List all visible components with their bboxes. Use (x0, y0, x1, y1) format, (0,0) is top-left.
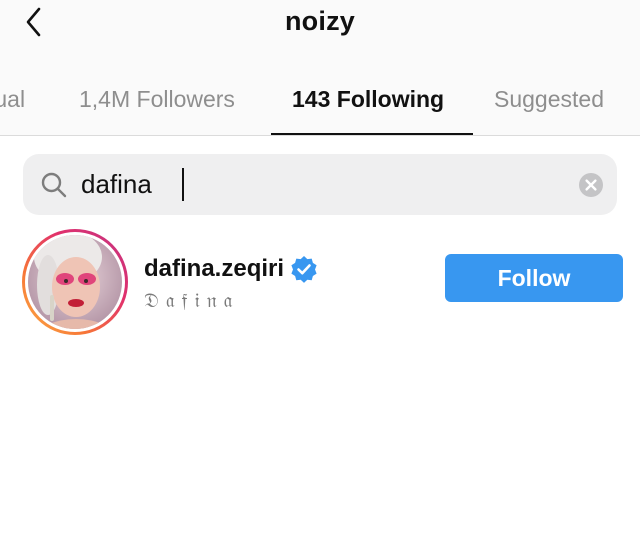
tab-bar: tual 1,4M Followers 143 Following Sugges… (0, 52, 640, 136)
app-window: noizy tual 1,4M Followers 143 Following … (0, 0, 640, 539)
active-tab-indicator (271, 133, 473, 135)
clear-icon[interactable] (579, 173, 603, 197)
tab-following[interactable]: 143 Following (292, 86, 444, 113)
tab-suggested[interactable]: Suggested (494, 86, 604, 113)
username-row[interactable]: dafina.zeqiri (144, 254, 318, 284)
search-result-row[interactable]: dafina.zeqiri 𝔇𝔞𝔣𝔦𝔫𝔞 Follow (0, 220, 640, 340)
avatar[interactable] (20, 227, 130, 337)
header: noizy (0, 0, 640, 52)
search-icon (41, 172, 67, 198)
verified-badge-icon (291, 256, 317, 283)
search-bar[interactable] (23, 154, 617, 215)
username: dafina.zeqiri (144, 255, 285, 282)
follow-button[interactable]: Follow (445, 254, 623, 302)
full-name: 𝔇𝔞𝔣𝔦𝔫𝔞 (144, 288, 240, 312)
text-cursor (182, 168, 184, 201)
search-input[interactable] (81, 164, 551, 204)
tab-followers[interactable]: 1,4M Followers (79, 86, 235, 113)
page-title: noizy (284, 6, 355, 36)
tab-mutual[interactable]: tual (0, 86, 25, 113)
